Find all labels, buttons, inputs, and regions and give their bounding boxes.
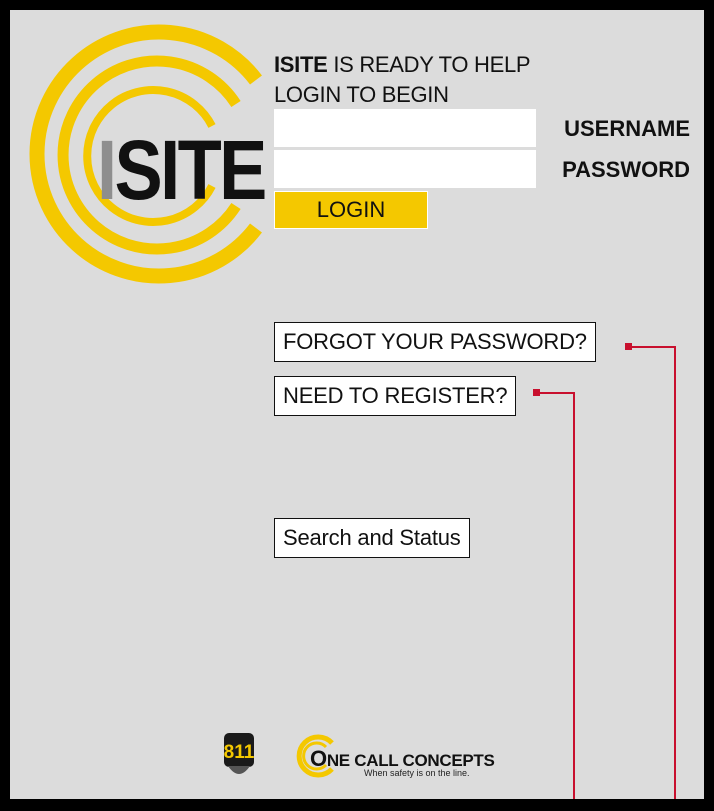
- password-label: PASSWORD: [562, 157, 690, 182]
- forgot-password-wire-vertical: [674, 346, 676, 799]
- headline-subline: LOGIN TO BEGIN: [274, 82, 449, 107]
- search-status-link[interactable]: Search and Status: [274, 518, 470, 558]
- login-button[interactable]: LOGIN: [274, 191, 428, 229]
- register-wire-horizontal: [538, 392, 574, 394]
- headline-brand: ISITE: [274, 52, 328, 77]
- username-label: USERNAME: [564, 116, 690, 141]
- login-headline: ISITE IS READY TO HELP LOGIN TO BEGIN: [274, 50, 531, 110]
- badge-811-text: 811: [224, 742, 255, 763]
- register-link[interactable]: NEED TO REGISTER?: [274, 376, 517, 416]
- username-input[interactable]: [274, 109, 536, 147]
- isite-logo-text: ISITE: [97, 123, 267, 217]
- register-wire-vertical: [573, 392, 575, 799]
- login-page: ISITE ISITE IS READY TO HELP LOGIN TO BE…: [10, 10, 704, 799]
- forgot-password-wire-horizontal: [630, 346, 675, 348]
- headline-text: IS READY TO HELP: [327, 52, 531, 77]
- one-call-tagline: When safety is on the line.: [364, 768, 470, 778]
- password-input[interactable]: [274, 150, 536, 188]
- call-811-icon: 811: [224, 733, 255, 774]
- forgot-password-link[interactable]: FORGOT YOUR PASSWORD?: [274, 322, 596, 362]
